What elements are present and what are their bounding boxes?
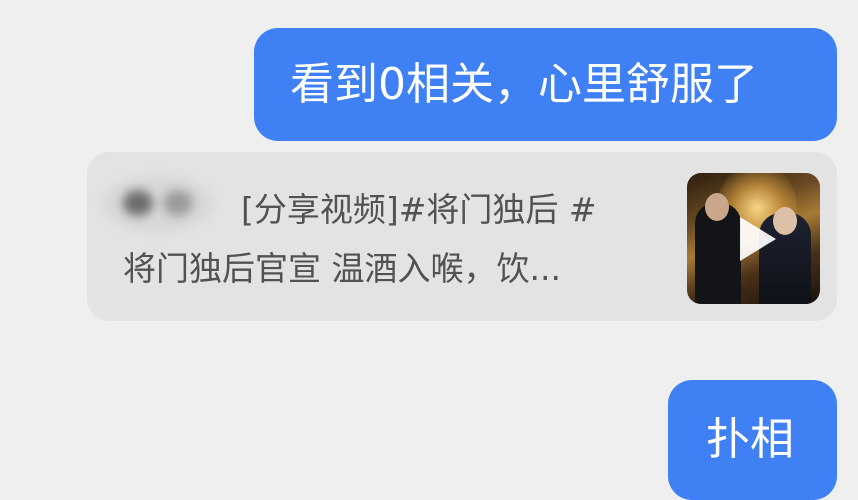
- blurred-sender-name: [103, 176, 213, 232]
- play-icon[interactable]: [739, 216, 776, 261]
- message-text: 看到0相关，心里舒服了: [290, 59, 758, 110]
- shared-video-card[interactable]: [分享视频]#将门独后 # 将门独后官宣 温酒入喉，饮...: [87, 152, 837, 321]
- message-text: 扑相: [706, 414, 794, 465]
- outgoing-message-bubble[interactable]: 扑相: [668, 380, 837, 500]
- outgoing-message-bubble[interactable]: 看到0相关，心里舒服了: [254, 28, 837, 141]
- shared-video-title-line1: [分享视频]#将门独后 #: [241, 190, 597, 229]
- video-thumbnail[interactable]: [687, 173, 820, 304]
- shared-video-title-line2: 将门独后官宣 温酒入喉，饮...: [123, 249, 561, 288]
